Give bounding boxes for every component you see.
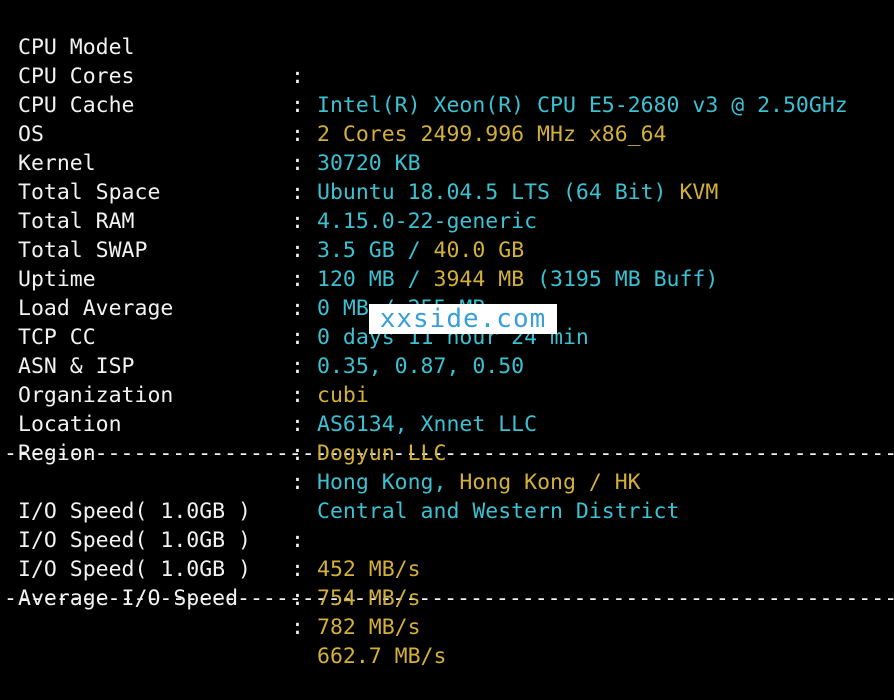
average-io-label: Average I/O Speed bbox=[18, 586, 239, 611]
average-io-value: 662.7 MB/s bbox=[317, 644, 447, 669]
separator: : bbox=[291, 586, 304, 611]
row-kernel: Kernel : 4.15.0-22-generic bbox=[0, 120, 894, 234]
separator: : bbox=[291, 615, 304, 640]
row-cpu-cores: CPU Cores : 2 Cores 2499.996 MHz x86_64 bbox=[0, 33, 894, 147]
row-load-average: Load Average : 0.35, 0.87, 0.50 bbox=[0, 265, 894, 379]
row-total-space: Total Space : 3.5 GB / 40.0 GB bbox=[0, 149, 894, 263]
row-uptime: Uptime : 0 days 11 hour 24 min bbox=[0, 236, 894, 350]
separator: : bbox=[291, 441, 304, 466]
row-organization: Organization : Dogyun LLC bbox=[0, 352, 894, 466]
row-io-speed-1: I/O Speed( 1.0GB ) : 452 MB/s bbox=[0, 468, 894, 582]
row-average-io: Average I/O Speed : 662.7 MB/s bbox=[0, 555, 894, 669]
row-location: Location : Hong Kong, Hong Kong / HK bbox=[0, 381, 894, 495]
row-cpu-cache: CPU Cache : 30720 KB bbox=[0, 62, 894, 176]
watermark-logo: xxside.com bbox=[369, 304, 557, 334]
row-total-ram: Total RAM : 120 MB / 3944 MB (3195 MB Bu… bbox=[0, 178, 894, 292]
row-io-speed-2: I/O Speed( 1.0GB ) : 754 MB/s bbox=[0, 497, 894, 611]
region-label: Region bbox=[18, 441, 96, 466]
row-os: OS : Ubuntu 18.04.5 LTS (64 Bit) KVM bbox=[0, 91, 894, 205]
organization-value: Dogyun LLC bbox=[317, 441, 447, 466]
row-io-speed-3: I/O Speed( 1.0GB ) : 782 MB/s bbox=[0, 526, 894, 640]
io-speed-2-value: 754 MB/s bbox=[317, 586, 421, 611]
row-region: Region : Central and Western District bbox=[0, 410, 894, 524]
row-cpu-model: CPU Model : Intel(R) Xeon(R) CPU E5-2680… bbox=[0, 4, 894, 118]
io-speed-3-value: 782 MB/s bbox=[317, 615, 421, 640]
row-total-swap: Total SWAP : 0 MB / 255 MB bbox=[0, 207, 894, 321]
section-divider: ----------------------------------------… bbox=[4, 441, 894, 466]
